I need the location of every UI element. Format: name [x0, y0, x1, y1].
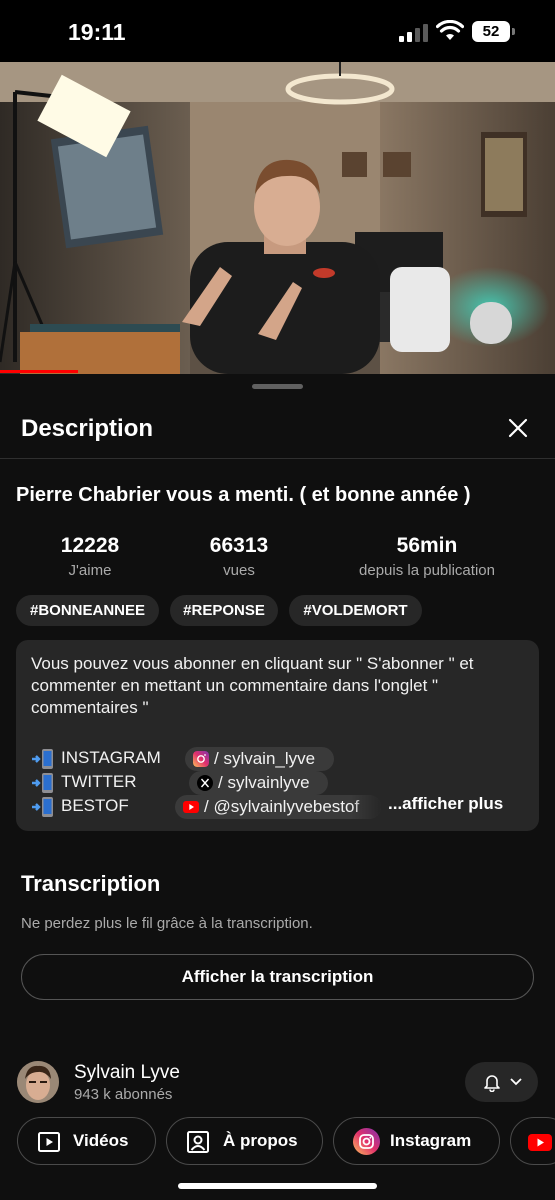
link-handle: / @sylvainlyvebestof	[204, 797, 360, 816]
link-name: INSTAGRAM	[61, 748, 161, 767]
video-play-icon	[38, 1132, 60, 1152]
status-time: 19:11	[68, 19, 126, 45]
stat-published-label: depuis la publication	[359, 562, 495, 579]
notification-bell-button[interactable]	[465, 1062, 538, 1102]
instagram-label: Instagram	[390, 1131, 472, 1150]
link-handle: / sylvain_lyve	[214, 749, 316, 768]
description-text: Vous pouvez vous abonner en cliquant sur…	[31, 654, 474, 717]
wifi-icon	[436, 20, 464, 40]
status-bar: 19:11 52	[0, 0, 555, 62]
avatar-image	[17, 1061, 59, 1103]
instagram-link-chip[interactable]: / sylvain_lyve	[185, 747, 334, 771]
stat-likes-label: J'aime	[68, 562, 112, 579]
transcription-title: Transcription	[21, 871, 161, 896]
transcription-subtitle: Ne perdez plus le fil grâce à la transcr…	[21, 915, 313, 932]
phone-arrow-icon	[32, 797, 53, 817]
video-progress-bar[interactable]	[0, 370, 78, 373]
close-icon[interactable]	[503, 413, 533, 443]
divider	[0, 458, 555, 459]
drag-handle[interactable]	[252, 384, 303, 389]
bestof-link-chip[interactable]: / @sylvainlyvebestof	[175, 795, 381, 819]
show-more-button[interactable]: ...afficher plus	[388, 794, 503, 814]
instagram-icon	[353, 1128, 380, 1155]
link-name: TWITTER	[61, 772, 137, 791]
stat-views: 66313 vues	[199, 534, 279, 579]
channel-subscribers: 943 k abonnés	[74, 1086, 173, 1103]
home-indicator	[178, 1183, 377, 1189]
description-sheet: Description Pierre Chabrier vous a menti…	[0, 374, 555, 1200]
stat-likes-value: 12228	[60, 534, 120, 557]
instagram-icon	[193, 751, 209, 767]
stat-published: 56min depuis la publication	[347, 534, 507, 579]
video-player[interactable]	[0, 62, 555, 374]
stat-views-label: vues	[223, 562, 255, 579]
link-handle: / sylvainlyve	[218, 773, 310, 792]
youtube-icon	[183, 801, 199, 813]
cellular-signal-icon	[399, 24, 429, 42]
youtube-icon	[528, 1134, 552, 1151]
stat-views-value: 66313	[209, 534, 269, 557]
video-title: Pierre Chabrier vous a menti. ( et bonne…	[16, 484, 471, 506]
twitter-link-chip[interactable]: / sylvainlyve	[189, 771, 328, 795]
videos-button[interactable]: Vidéos	[17, 1117, 156, 1165]
battery-icon: 52	[472, 21, 515, 42]
channel-name[interactable]: Sylvain Lyve	[74, 1062, 180, 1084]
videos-label: Vidéos	[73, 1131, 129, 1150]
show-transcript-button[interactable]: Afficher la transcription	[21, 954, 534, 1000]
instagram-button[interactable]: Instagram	[333, 1117, 500, 1165]
about-label: À propos	[223, 1131, 298, 1150]
stat-likes: 12228 J'aime	[50, 534, 130, 579]
text-fade	[351, 795, 381, 819]
sheet-title: Description	[21, 415, 154, 442]
hashtag-chip[interactable]: #BONNEANNEE	[16, 595, 159, 626]
about-button[interactable]: À propos	[166, 1117, 323, 1165]
avatar[interactable]	[17, 1061, 59, 1103]
hashtag-chip[interactable]: #REPONSE	[170, 595, 278, 626]
link-name: BESTOF	[61, 796, 129, 815]
video-frame	[0, 62, 555, 374]
phone-arrow-icon	[32, 749, 53, 769]
stat-published-value: 56min	[396, 534, 458, 557]
description-box[interactable]: Vous pouvez vous abonner en cliquant sur…	[16, 640, 539, 831]
hashtag-chip[interactable]: #VOLDEMORT	[289, 595, 422, 626]
bell-icon	[484, 1075, 500, 1092]
chevron-down-icon	[510, 1078, 522, 1086]
x-icon	[197, 775, 213, 791]
person-card-icon	[187, 1131, 209, 1153]
phone-arrow-icon	[32, 773, 53, 793]
youtube-link-button[interactable]	[510, 1117, 555, 1165]
